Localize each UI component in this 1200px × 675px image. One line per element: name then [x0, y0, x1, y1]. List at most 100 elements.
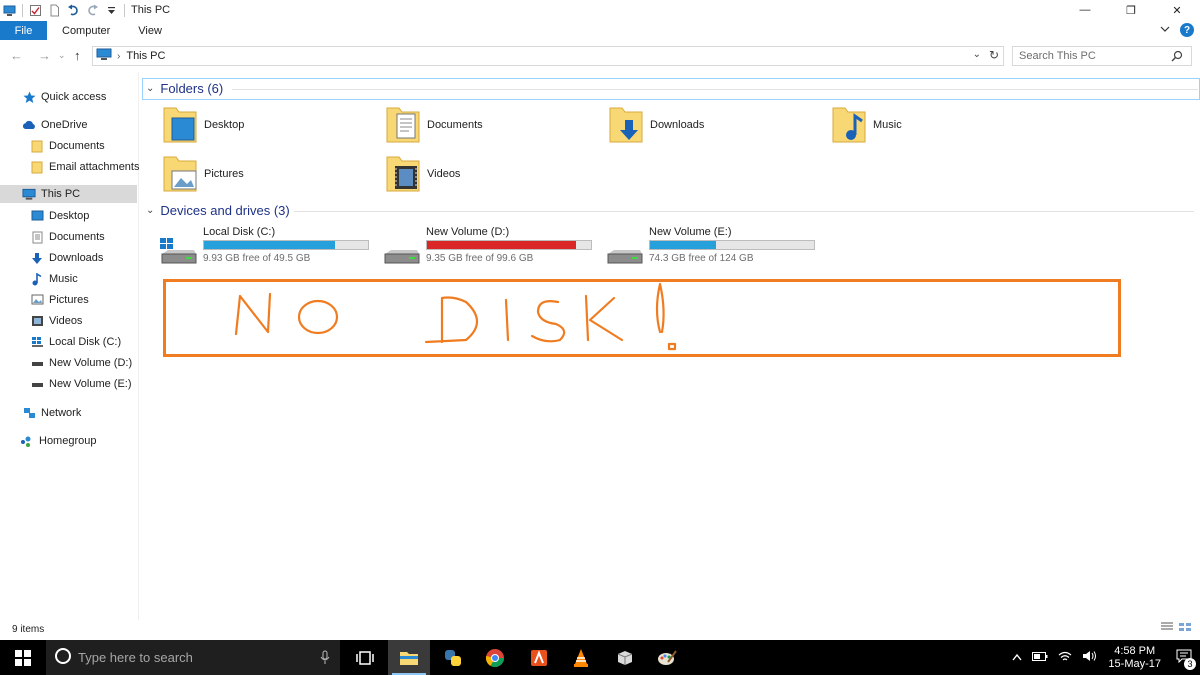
search-icon[interactable] — [1171, 50, 1183, 65]
chevron-down-icon[interactable]: ⌄ — [146, 205, 154, 216]
drive-free-space: 9.35 GB free of 99.6 GB — [426, 253, 534, 264]
large-icons-view-icon[interactable] — [1178, 622, 1192, 635]
sidebar-item-label: Homegroup — [39, 435, 97, 447]
folders-group-title: Folders (6) — [160, 81, 224, 96]
up-arrow-icon[interactable]: ↑ — [74, 48, 81, 63]
recent-locations-icon[interactable]: ⌄ — [58, 50, 66, 61]
drive-label: Local Disk (C:) — [203, 226, 276, 238]
sidebar-item-music[interactable]: Music — [30, 270, 78, 288]
drive-icon — [30, 356, 44, 370]
folder-tile-documents[interactable]: Documents — [385, 103, 585, 147]
pictures-folder-icon — [162, 153, 198, 196]
sidebar-item-new-volume-e[interactable]: New Volume (E:) — [30, 375, 132, 393]
folder-label: Pictures — [204, 168, 244, 180]
folder-label: Downloads — [650, 119, 705, 131]
adobe-icon[interactable] — [518, 640, 560, 675]
package-icon[interactable] — [604, 640, 646, 675]
wifi-icon[interactable] — [1058, 650, 1072, 665]
network-icon — [22, 406, 36, 420]
tab-file[interactable]: File — [0, 21, 47, 40]
drive-tile-c[interactable]: Local Disk (C:) 9.93 GB free of 49.5 GB — [158, 226, 378, 266]
sidebar-item-label: Desktop — [49, 210, 90, 222]
breadcrumb[interactable]: This PC — [126, 50, 165, 62]
sidebar-item-network[interactable]: Network — [22, 404, 81, 422]
drive-tile-d[interactable]: New Volume (D:) 9.35 GB free of 99.6 GB — [381, 226, 601, 266]
folder-tile-desktop[interactable]: Desktop — [162, 103, 362, 147]
close-button[interactable]: ✕ — [1154, 0, 1200, 20]
sidebar-item-this-pc[interactable]: This PC — [0, 185, 137, 203]
file-explorer-icon[interactable] — [388, 640, 430, 675]
microphone-icon[interactable] — [320, 650, 330, 668]
show-hidden-icons-icon[interactable] — [1012, 652, 1022, 664]
sidebar-item-label: Downloads — [49, 252, 104, 264]
taskbar-search-input[interactable]: Type here to search — [46, 640, 340, 675]
sidebar-item-quick-access[interactable]: Quick access — [22, 88, 106, 106]
paint-icon[interactable] — [646, 640, 688, 675]
details-view-icon[interactable] — [1160, 622, 1174, 635]
sidebar-item-desktop[interactable]: Desktop — [30, 207, 89, 225]
chevron-down-icon[interactable]: ⌄ — [146, 83, 154, 94]
undo-icon[interactable] — [67, 4, 80, 17]
sidebar-item-pictures[interactable]: Pictures — [30, 291, 89, 309]
sidebar-item-videos[interactable]: Videos — [30, 312, 82, 330]
refresh-icon[interactable]: ↻ — [989, 48, 999, 62]
sidebar-item-documents[interactable]: Documents — [30, 228, 105, 246]
search-input[interactable]: Search This PC — [1012, 46, 1192, 66]
sidebar-item-downloads[interactable]: Downloads — [30, 249, 103, 267]
desktop-folder-icon — [162, 104, 198, 147]
folder-tile-pictures[interactable]: Pictures — [162, 152, 362, 196]
sidebar-item-email-attachments[interactable]: Email attachments — [30, 158, 139, 176]
forward-arrow-icon[interactable]: → — [38, 48, 51, 63]
drives-group-header[interactable]: ⌄ Devices and drives (3) — [146, 203, 290, 218]
action-center-icon[interactable]: 3 — [1176, 649, 1196, 670]
sidebar-item-onedrive-documents[interactable]: Documents — [30, 137, 105, 155]
folders-group-header[interactable]: ⌄ Folders (6) — [146, 81, 223, 96]
desktop-folder-icon — [30, 209, 44, 223]
downloads-folder-icon — [608, 104, 644, 147]
notification-count-badge: 3 — [1184, 658, 1196, 670]
homegroup-icon — [20, 434, 34, 448]
folder-tile-music[interactable]: Music — [831, 103, 1031, 147]
properties-icon[interactable] — [29, 4, 42, 17]
tab-view[interactable]: View — [123, 25, 175, 37]
drive-tile-e[interactable]: New Volume (E:) 74.3 GB free of 124 GB — [604, 226, 824, 266]
taskbar-clock[interactable]: 4:58 PM 15-May-17 — [1108, 645, 1161, 671]
windows-start-icon[interactable] — [0, 640, 46, 675]
annotation-box: NO DISK! — [163, 279, 1121, 357]
sidebar-item-new-volume-d[interactable]: New Volume (D:) — [30, 354, 132, 372]
sidebar-item-onedrive[interactable]: OneDrive — [22, 116, 87, 134]
computer-icon[interactable] — [3, 4, 16, 17]
help-button[interactable]: ? — [1180, 23, 1194, 37]
drive-free-space: 9.93 GB free of 49.5 GB — [203, 253, 311, 264]
folder-tile-downloads[interactable]: Downloads — [608, 103, 808, 147]
battery-icon[interactable] — [1032, 651, 1048, 664]
folder-tile-videos[interactable]: Videos — [385, 152, 585, 196]
tab-computer[interactable]: Computer — [47, 25, 123, 37]
clock-time: 4:58 PM — [1114, 644, 1156, 657]
python-icon[interactable] — [432, 640, 474, 675]
drive-free-space: 74.3 GB free of 124 GB — [649, 253, 754, 264]
window-title: This PC — [131, 4, 171, 16]
redo-icon[interactable] — [86, 4, 99, 17]
address-dropdown-icon[interactable]: ⌄ — [973, 49, 981, 60]
sidebar-item-local-disk-c[interactable]: Local Disk (C:) — [30, 333, 121, 351]
star-icon — [22, 90, 36, 104]
customize-qat-icon[interactable] — [105, 4, 118, 17]
address-bar[interactable]: › This PC ⌄ ↻ — [92, 46, 1004, 66]
expand-ribbon-icon[interactable] — [1160, 24, 1170, 37]
window-controls: — ❐ ✕ — [1062, 0, 1200, 20]
sidebar-item-homegroup[interactable]: Homegroup — [20, 432, 96, 450]
drive-usage-bar — [649, 240, 815, 250]
volume-icon[interactable] — [1082, 650, 1097, 665]
vlc-icon[interactable] — [560, 640, 602, 675]
new-file-icon[interactable] — [48, 4, 61, 17]
chrome-icon[interactable] — [474, 640, 516, 675]
minimize-button[interactable]: — — [1062, 0, 1108, 20]
sidebar-item-label: Documents — [49, 140, 105, 152]
drive-icon — [604, 238, 644, 269]
sidebar-item-label: Documents — [49, 231, 105, 243]
task-view-icon[interactable] — [344, 640, 386, 675]
group-divider — [232, 89, 1198, 90]
back-arrow-icon[interactable]: ← — [10, 48, 23, 63]
maximize-button[interactable]: ❐ — [1108, 0, 1154, 20]
